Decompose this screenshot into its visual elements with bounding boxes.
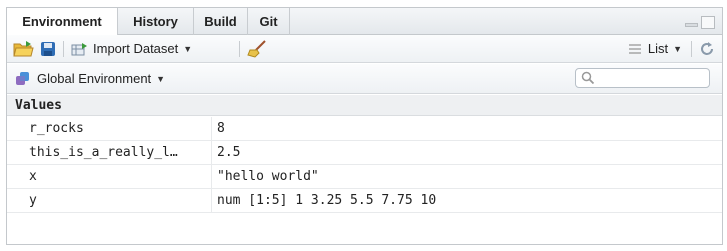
tab-git[interactable]: Git	[248, 8, 290, 35]
column-divider	[211, 165, 212, 189]
variable-value: 8	[217, 121, 225, 136]
toolbar-separator	[691, 41, 692, 57]
minimize-icon[interactable]	[685, 23, 698, 27]
refresh-icon	[701, 41, 713, 55]
variable-value: "hello world"	[217, 169, 319, 184]
view-mode-dropdown[interactable]: List ▼	[628, 35, 682, 62]
toolbar-separator	[63, 41, 64, 57]
environment-toolbar: Global Environment ▼	[7, 64, 722, 94]
view-mode-label: List	[647, 41, 669, 56]
tab-bar: Environment History Build Git	[6, 8, 722, 36]
table-row[interactable]: this_is_a_really_l… 2.5	[7, 141, 722, 165]
toolbar: Import Dataset ▼ List ▼	[7, 35, 722, 63]
open-folder-icon	[13, 40, 34, 56]
environment-label: Global Environment	[37, 71, 152, 86]
column-divider	[211, 141, 212, 165]
tab-history[interactable]: History	[118, 8, 194, 35]
column-divider	[211, 189, 212, 213]
save-workspace-button[interactable]	[40, 35, 56, 62]
variable-name: y	[29, 193, 37, 208]
refresh-button[interactable]	[699, 35, 715, 62]
tab-build[interactable]: Build	[194, 8, 248, 35]
import-dataset-label: Import Dataset	[93, 41, 179, 56]
variable-name: r_rocks	[29, 121, 84, 136]
column-divider	[211, 117, 212, 141]
table-row[interactable]: y num [1:5] 1 3.25 5.5 7.75 10	[7, 189, 722, 213]
table-row[interactable]: r_rocks 8	[7, 117, 722, 141]
broom-icon	[247, 39, 266, 58]
import-icon	[71, 42, 87, 55]
variable-value: num [1:5] 1 3.25 5.5 7.75 10	[217, 193, 437, 208]
variable-name: this_is_a_really_l…	[29, 145, 178, 160]
load-workspace-button[interactable]	[13, 35, 35, 62]
toolbar-separator	[239, 41, 240, 57]
save-disk-icon	[41, 41, 55, 56]
environment-pane: Environment History Build Git Import Dat…	[6, 7, 723, 245]
search-input[interactable]	[598, 70, 703, 86]
environment-selector[interactable]: Global Environment ▼	[15, 64, 165, 93]
clear-workspace-button[interactable]	[247, 35, 269, 62]
variable-name: x	[29, 169, 37, 184]
section-header-values: Values	[7, 95, 722, 116]
variable-value: 2.5	[217, 145, 241, 160]
search-box[interactable]	[575, 68, 710, 88]
chevron-down-icon: ▼	[156, 73, 166, 84]
import-dataset-button[interactable]: Import Dataset ▼	[71, 35, 192, 62]
search-icon	[581, 71, 595, 85]
environment-icon	[16, 71, 29, 85]
list-icon	[628, 43, 641, 54]
tab-environment[interactable]: Environment	[6, 8, 118, 36]
chevron-down-icon: ▼	[673, 43, 682, 54]
chevron-down-icon: ▼	[183, 43, 193, 54]
table-row[interactable]: x "hello world"	[7, 165, 722, 189]
maximize-icon[interactable]	[701, 16, 715, 29]
